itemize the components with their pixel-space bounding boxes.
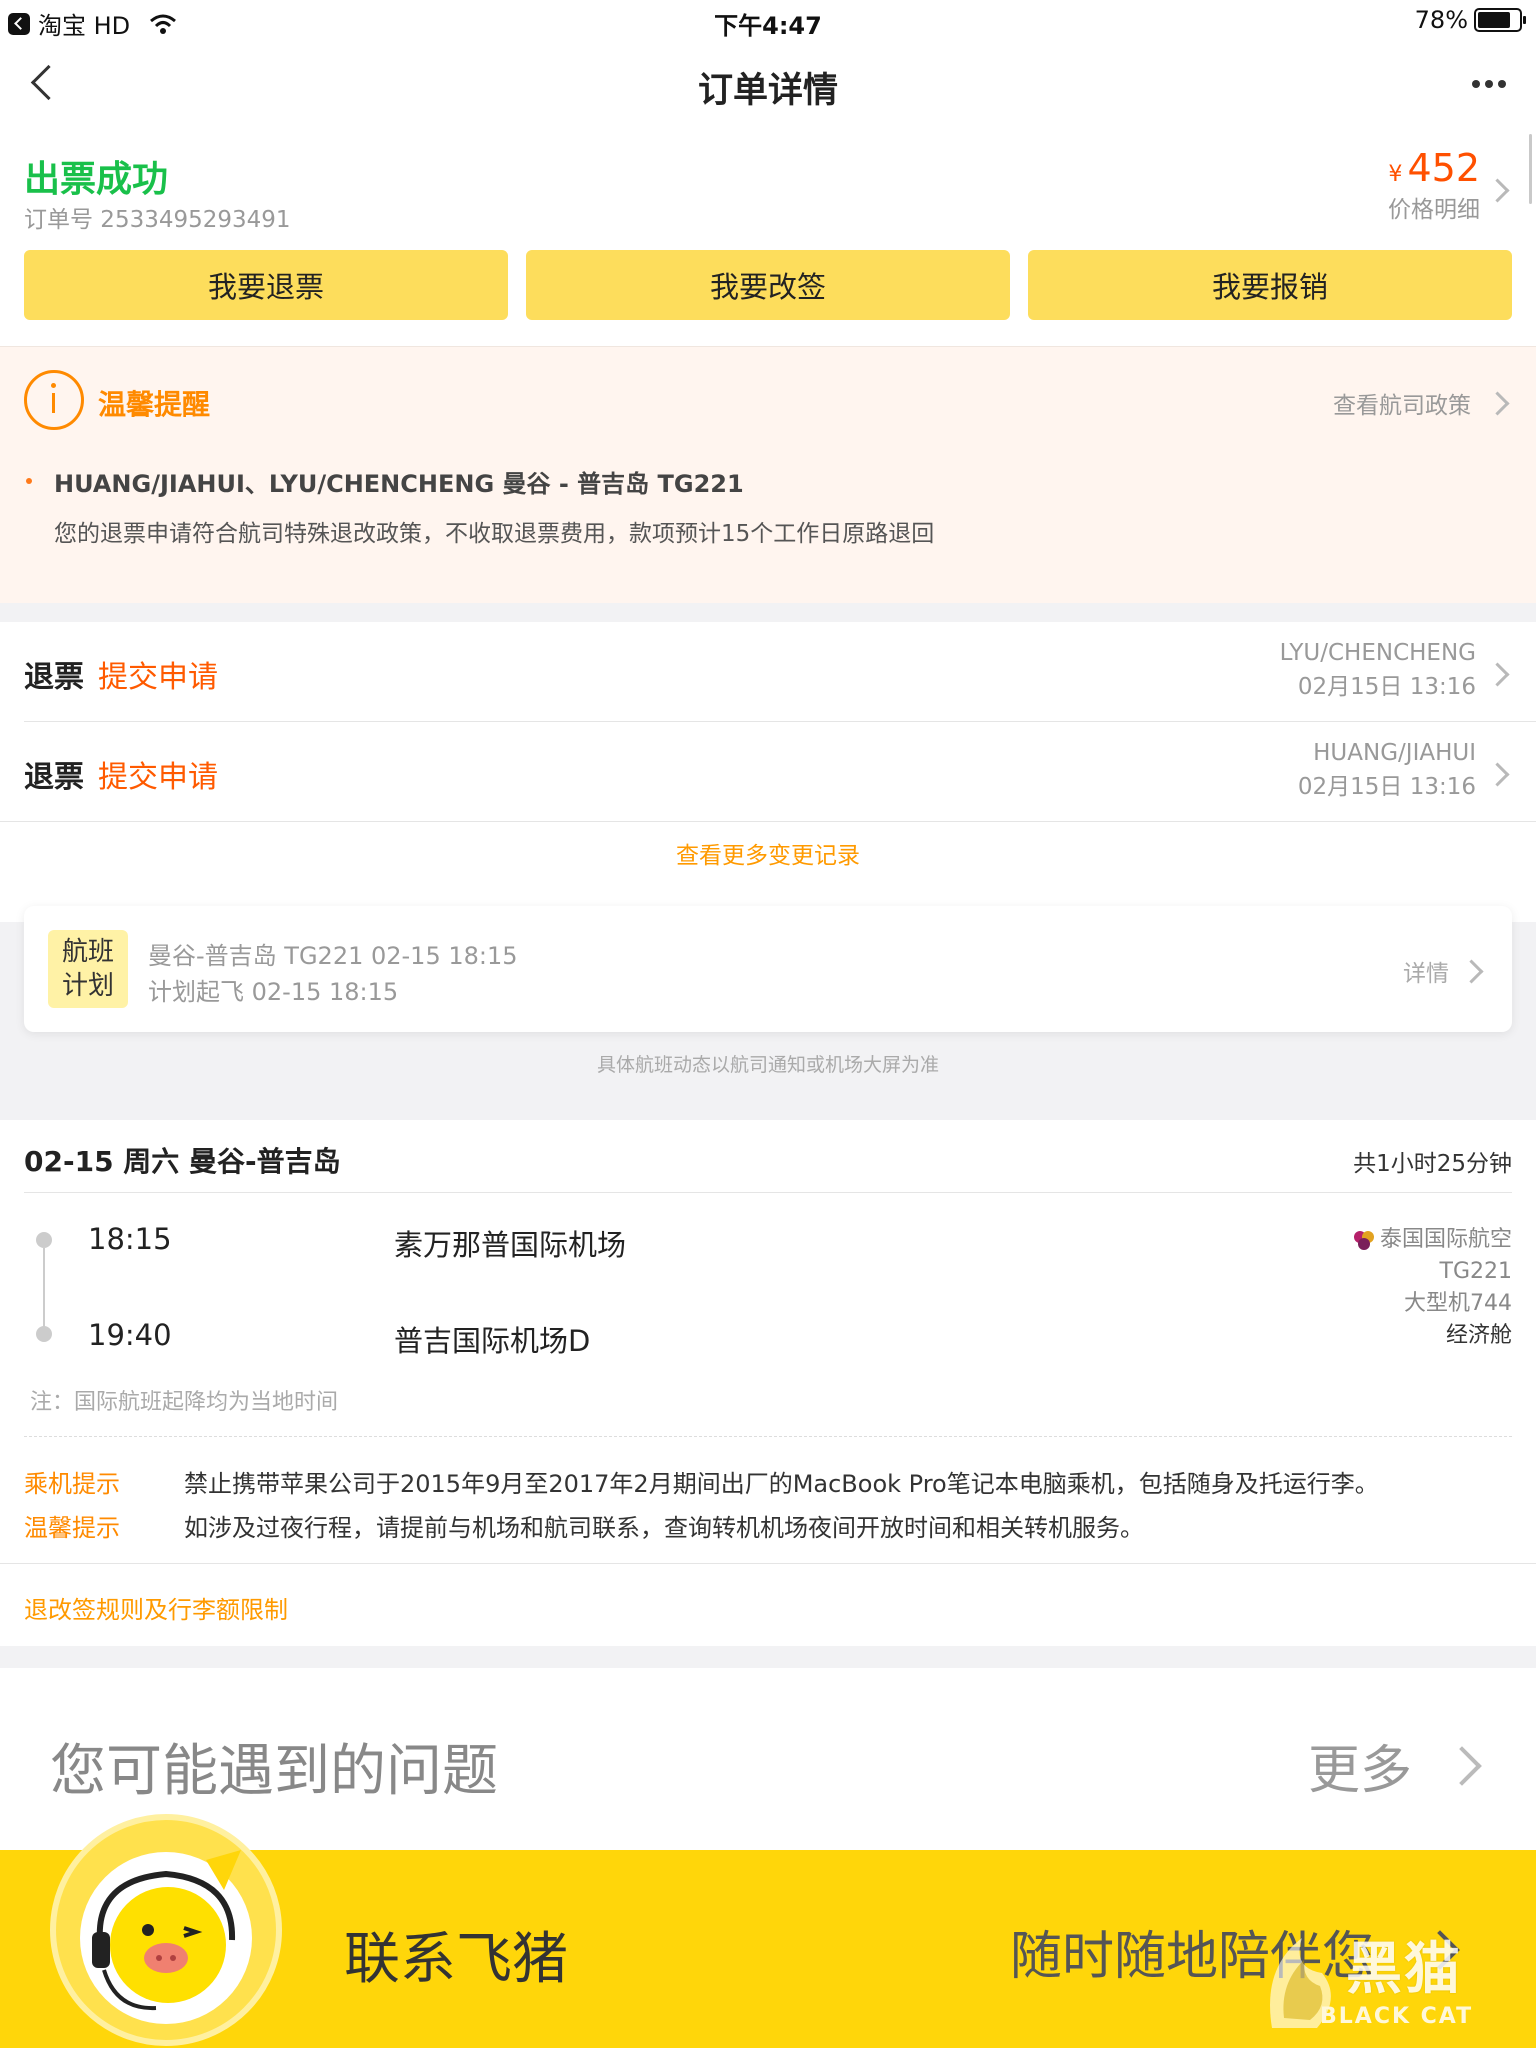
more-records-link[interactable]: 查看更多变更记录 [0, 836, 1536, 870]
itinerary-duration: 共1小时25分钟 [1353, 1151, 1512, 1177]
page-title: 订单详情 [697, 71, 838, 111]
divider [0, 1563, 1536, 1564]
timeline-dot-icon [36, 1326, 52, 1342]
reminder-passengers-route: HUANG/JIAHUI、LYU/CHENCHENG 曼谷 - 普吉岛 TG22… [54, 470, 744, 498]
flight-notice: 具体航班动态以航司通知或机场大屏为准 [596, 1054, 939, 1076]
divider [24, 1192, 1512, 1193]
tip-key: 温馨提示 [24, 1514, 120, 1542]
price-block[interactable]: ¥ 452 价格明细 [1388, 146, 1480, 224]
more-menu-icon[interactable] [1472, 80, 1506, 88]
record-chevron-icon [1485, 762, 1510, 787]
record-type: 退票 [24, 760, 84, 795]
itinerary-section [0, 1120, 1536, 1646]
thai-airways-logo-icon [1353, 1231, 1374, 1250]
bullet-icon [26, 478, 32, 484]
flight-plan-line1: 曼谷-普吉岛 TG221 02-15 18:15 [148, 942, 518, 970]
currency-symbol: ¥ [1388, 162, 1403, 187]
time-note: 注：国际航班起降均为当地时间 [30, 1390, 339, 1415]
depart-time: 18:15 [88, 1222, 172, 1256]
tip-text: 禁止携带苹果公司于2015年9月至2017年2月期间出厂的MacBook Pro… [184, 1470, 1379, 1498]
record-type: 退票 [24, 660, 84, 695]
cabin-class: 经济舱 [1445, 1323, 1512, 1348]
record-time: 02月15日 13:16 [1297, 674, 1476, 700]
airline-policy-label: 查看航司政策 [1333, 393, 1471, 419]
status-time: 下午4:47 [714, 12, 822, 40]
info-icon [24, 370, 84, 430]
flight-number: TG221 [1439, 1259, 1512, 1284]
record-passenger: LYU/CHENCHENG [1279, 640, 1476, 666]
timeline-dot-icon [36, 1232, 52, 1248]
watermark-cn: 黑猫 [1346, 1937, 1462, 2002]
reimburse-button[interactable]: 我要报销 [1028, 250, 1512, 320]
depart-airport: 素万那普国际机场 [394, 1228, 627, 1262]
status-bar: 淘宝 HD 下午4:47 78% [0, 0, 1536, 40]
black-cat-watermark: 黑猫 BLACK CAT [1262, 1924, 1532, 2044]
record-status: 提交申请 [98, 760, 218, 795]
policy-chevron-icon [1485, 390, 1510, 416]
battery-percent: 78% [1414, 6, 1468, 34]
itinerary-header: 02-15 周六 曼谷-普吉岛 [24, 1145, 341, 1178]
reminder-title: 温馨提醒 [98, 388, 211, 421]
faq-title: 您可能遇到的问题 [50, 1739, 498, 1804]
divider [24, 1436, 1512, 1437]
record-chevron-icon [1485, 662, 1510, 687]
timeline-line [43, 1248, 45, 1328]
faq-more-link[interactable]: 更多 [1307, 1728, 1482, 1803]
airline-policy-link[interactable]: 查看航司政策 [1333, 386, 1510, 420]
change-button[interactable]: 我要改签 [526, 250, 1010, 320]
refund-button[interactable]: 我要退票 [24, 250, 508, 320]
record-time: 02月15日 13:16 [1297, 774, 1476, 800]
flight-plan-badge-line2: 计划 [61, 971, 114, 1001]
battery-icon [1474, 8, 1526, 32]
order-status: 出票成功 [24, 159, 169, 200]
flight-details-label: 详情 [1403, 961, 1449, 987]
contact-title: 联系飞猪 [344, 1927, 568, 1992]
record-status: 提交申请 [98, 660, 218, 695]
flight-plan-line2: 计划起飞 02-15 18:15 [148, 978, 399, 1006]
scrollbar[interactable] [1529, 134, 1532, 204]
order-price: 452 [1407, 146, 1480, 190]
price-detail-label: 价格明细 [1388, 197, 1480, 223]
airline-name: 泰国国际航空 [1379, 1227, 1512, 1252]
mascot-avatar [50, 1814, 282, 2046]
refund-record-row[interactable]: 退票 提交申请 HUANG/JIAHUI 02月15日 13:16 [0, 722, 1536, 822]
details-chevron-icon [1459, 958, 1484, 984]
faq-chevron-icon [1442, 1745, 1482, 1786]
tip-text: 如涉及过夜行程，请提前与机场和航司联系，查询转机机场夜间开放时间和相关转机服务。 [184, 1514, 1144, 1542]
fliggy-mascot-icon [80, 1850, 252, 2024]
divider [0, 821, 1536, 822]
flight-info: 泰国国际航空 TG221 大型机744 经济舱 [1352, 1224, 1512, 1352]
order-number: 订单号 2533495293491 [24, 207, 291, 233]
aircraft-type: 大型机744 [1404, 1291, 1512, 1316]
tip-key: 乘机提示 [24, 1470, 120, 1498]
refund-record-row[interactable]: 退票 提交申请 LYU/CHENCHENG 02月15日 13:16 [0, 622, 1536, 722]
record-passenger: HUANG/JIAHUI [1313, 740, 1476, 766]
arrive-time: 19:40 [88, 1318, 172, 1352]
watermark-en: BLACK CAT [1320, 2004, 1474, 2029]
flight-details-link[interactable]: 详情 [1403, 954, 1484, 988]
reminder-message: 您的退票申请符合航司特殊退改政策，不收取退票费用，款项预计15个工作日原路退回 [54, 521, 935, 547]
flight-plan-badge: 航班 计划 [48, 930, 128, 1008]
rules-link[interactable]: 退改签规则及行李额限制 [24, 1590, 288, 1625]
flight-plan-badge-line1: 航班 [61, 937, 114, 967]
nav-bar: 订单详情 [0, 40, 1536, 132]
faq-more-label: 更多 [1307, 1741, 1412, 1801]
arrive-airport: 普吉国际机场D [394, 1324, 591, 1358]
